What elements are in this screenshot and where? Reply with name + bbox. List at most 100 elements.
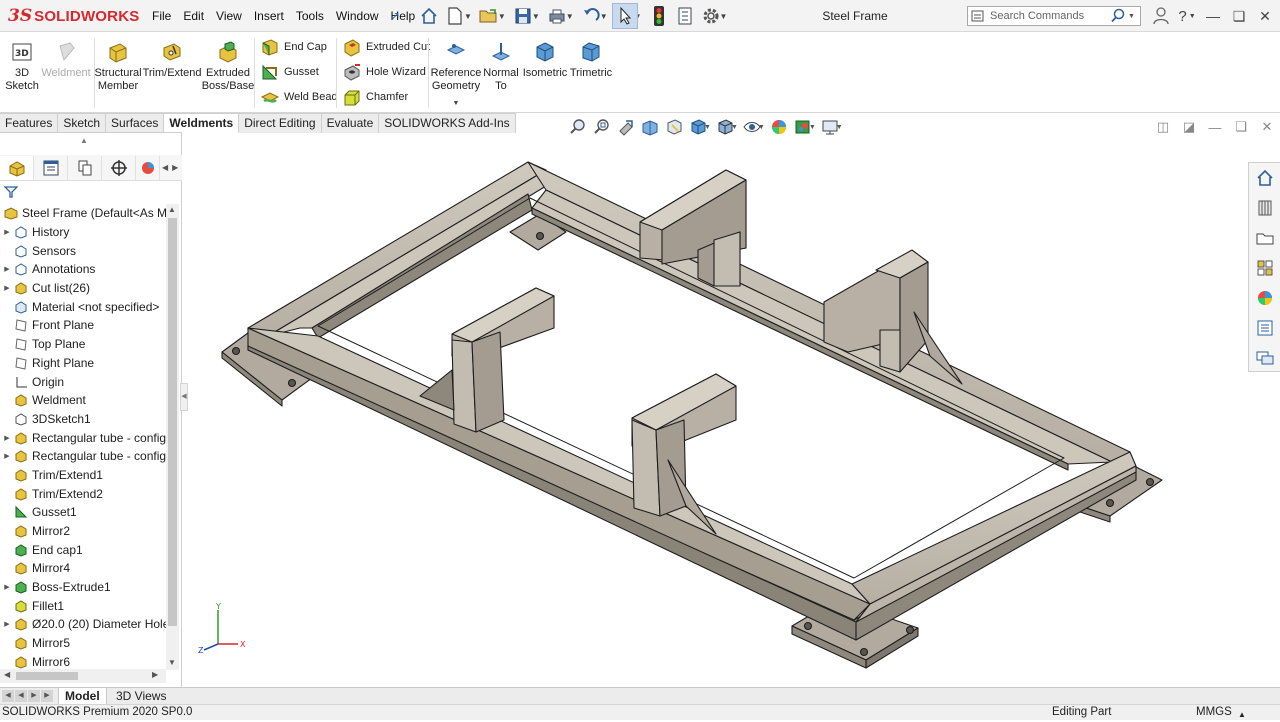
view-palette-tab[interactable] bbox=[1249, 253, 1280, 283]
menu-insert[interactable]: Insert bbox=[248, 9, 290, 23]
tab-3d-views[interactable]: 3D Views bbox=[110, 688, 172, 705]
prev-tab-icon[interactable]: ◀ bbox=[15, 690, 27, 702]
print-button[interactable] bbox=[544, 3, 570, 29]
options-button[interactable] bbox=[698, 3, 724, 29]
tree-item[interactable]: End cap1 bbox=[0, 540, 166, 559]
minimize-button[interactable]: — bbox=[1200, 4, 1226, 28]
tab-solidworks-add-ins[interactable]: SOLIDWORKS Add-Ins bbox=[379, 113, 516, 133]
tab-evaluate[interactable]: Evaluate bbox=[321, 113, 380, 133]
scroll-right-icon[interactable]: ▶ bbox=[152, 670, 158, 679]
viewport-tile-right-button[interactable]: ◪ bbox=[1176, 117, 1202, 137]
last-tab-icon[interactable]: ▶ bbox=[41, 690, 53, 702]
tree-item[interactable]: ▶ Rectangular tube - config bbox=[0, 428, 166, 447]
frame-rail[interactable] bbox=[851, 451, 1137, 641]
tree-item[interactable]: Sensors bbox=[0, 241, 166, 260]
tree-item[interactable]: Weldment bbox=[0, 391, 166, 410]
3d-sketch-button[interactable]: 3D 3D Sketch bbox=[5, 40, 39, 93]
viewport-restore-button[interactable]: ❏ bbox=[1228, 117, 1254, 137]
vertical-scroll-thumb[interactable] bbox=[168, 218, 177, 626]
viewport-close-button[interactable]: ✕ bbox=[1254, 117, 1280, 137]
first-tab-icon[interactable]: ◀ bbox=[2, 690, 14, 702]
propertymanager-tab[interactable] bbox=[34, 155, 68, 180]
tree-item[interactable]: ▶ Rectangular tube - config bbox=[0, 447, 166, 466]
tree-item[interactable]: 3DSketch1 bbox=[0, 410, 166, 429]
forum-tab[interactable] bbox=[1249, 343, 1280, 373]
search-input[interactable] bbox=[988, 7, 1110, 25]
horizontal-scroll-thumb[interactable] bbox=[16, 672, 78, 680]
user-account-button[interactable] bbox=[1148, 4, 1174, 28]
status-units[interactable]: MMGS bbox=[1196, 705, 1232, 720]
new-button[interactable] bbox=[442, 3, 468, 29]
trimetric-button[interactable]: Trimetric bbox=[568, 40, 614, 80]
expand-arrow-icon[interactable]: ▶ bbox=[0, 284, 14, 292]
scroll-down-icon[interactable]: ▼ bbox=[168, 658, 176, 667]
design-library-tab[interactable] bbox=[1249, 193, 1280, 223]
section-view-button[interactable] bbox=[638, 116, 662, 138]
tree-item[interactable]: ▶ Cut list(26) bbox=[0, 279, 166, 298]
open-button[interactable] bbox=[476, 3, 502, 29]
tree-horizontal-scrollbar[interactable]: ◀ ▶ bbox=[0, 669, 166, 683]
tree-item[interactable]: Fillet1 bbox=[0, 596, 166, 615]
tree-item[interactable]: ▶ Ø20.0 (20) Diameter Hole1 bbox=[0, 615, 166, 634]
display-style-dropdown-icon[interactable]: ▼ bbox=[731, 124, 738, 131]
tree-item[interactable]: Right Plane bbox=[0, 354, 166, 373]
isometric-button[interactable]: Isometric bbox=[522, 40, 568, 80]
home-button[interactable] bbox=[416, 3, 442, 29]
tab-direct-editing[interactable]: Direct Editing bbox=[239, 113, 322, 133]
tab-scroll-left-icon[interactable]: ◀ bbox=[160, 163, 170, 172]
file-explorer-tab[interactable] bbox=[1249, 223, 1280, 253]
menu-edit[interactable]: Edit bbox=[177, 9, 210, 23]
expand-arrow-icon[interactable]: ▶ bbox=[0, 228, 14, 236]
reference-geometry-dropdown-icon[interactable]: ▼ bbox=[453, 97, 460, 110]
panel-splitter-handle[interactable]: ◀ bbox=[180, 383, 188, 411]
close-button[interactable]: ✕ bbox=[1252, 4, 1278, 28]
tab-scroll-right-icon[interactable]: ▶ bbox=[170, 163, 180, 172]
dynamic-annotation-button[interactable] bbox=[662, 116, 686, 138]
trim-extend-button[interactable]: Trim/Extend bbox=[143, 40, 201, 80]
tree-root[interactable]: Steel Frame (Default<As Ma bbox=[0, 204, 166, 223]
expand-arrow-icon[interactable]: ▶ bbox=[0, 434, 14, 442]
tab-surfaces[interactable]: Surfaces bbox=[106, 113, 165, 133]
tab-weldments[interactable]: Weldments bbox=[164, 113, 240, 133]
search-icon[interactable] bbox=[1110, 8, 1126, 24]
display-manager-tab[interactable] bbox=[136, 155, 160, 180]
zoom-to-fit-button[interactable] bbox=[566, 116, 590, 138]
solidworks-logo[interactable]: 3S SOLIDWORKS bbox=[8, 4, 139, 28]
edit-appearance-button[interactable] bbox=[767, 116, 791, 138]
configurationmanager-tab[interactable] bbox=[68, 155, 102, 180]
hole-wizard-button[interactable]: Hole Wizard bbox=[342, 61, 426, 83]
tree-vertical-scrollbar[interactable]: ▲ ▼ bbox=[166, 204, 179, 670]
tree-item[interactable]: Trim/Extend1 bbox=[0, 466, 166, 485]
save-button[interactable] bbox=[510, 3, 536, 29]
structural-member-button[interactable]: Structural Member bbox=[94, 40, 142, 93]
tab-model[interactable]: Model bbox=[58, 688, 107, 705]
tab-features[interactable]: Features bbox=[0, 113, 59, 133]
tree-item[interactable]: Gusset1 bbox=[0, 503, 166, 522]
file-properties-button[interactable] bbox=[672, 3, 698, 29]
expand-arrow-icon[interactable]: ▶ bbox=[0, 265, 14, 273]
undo-button[interactable] bbox=[578, 3, 604, 29]
tree-item[interactable]: Mirror2 bbox=[0, 522, 166, 541]
tree-item[interactable]: ▶ Annotations bbox=[0, 260, 166, 279]
tree-item[interactable]: ▶ Boss-Extrude1 bbox=[0, 578, 166, 597]
restore-button[interactable]: ❏ bbox=[1226, 4, 1252, 28]
collapse-panel-icon[interactable]: ▲ bbox=[80, 136, 88, 145]
apply-scene-dropdown-icon[interactable]: ▼ bbox=[809, 124, 816, 131]
gusset-button[interactable]: Gusset bbox=[260, 61, 319, 83]
custom-properties-tab[interactable] bbox=[1249, 313, 1280, 343]
tree-filter-button[interactable] bbox=[3, 185, 19, 202]
tree-item[interactable]: Top Plane bbox=[0, 335, 166, 354]
tree-item[interactable]: Trim/Extend2 bbox=[0, 484, 166, 503]
tree-item[interactable]: Mirror4 bbox=[0, 559, 166, 578]
weld-bead-button[interactable]: Weld Bead bbox=[260, 86, 338, 108]
view-orientation-dropdown-icon[interactable]: ▼ bbox=[704, 124, 711, 131]
previous-view-button[interactable] bbox=[614, 116, 638, 138]
help-dropdown-icon[interactable]: ▼ bbox=[1189, 13, 1196, 20]
next-tab-icon[interactable]: ▶ bbox=[28, 690, 40, 702]
reference-geometry-button[interactable]: Reference Geometry ▼ bbox=[431, 40, 481, 110]
extruded-boss-button[interactable]: Extruded Boss/Base bbox=[202, 40, 254, 93]
scroll-up-icon[interactable]: ▲ bbox=[168, 205, 176, 214]
tree-item[interactable]: ▶ History bbox=[0, 223, 166, 242]
end-cap-button[interactable]: End Cap bbox=[260, 36, 327, 58]
extruded-cut-button[interactable]: Extruded Cut bbox=[342, 36, 430, 58]
